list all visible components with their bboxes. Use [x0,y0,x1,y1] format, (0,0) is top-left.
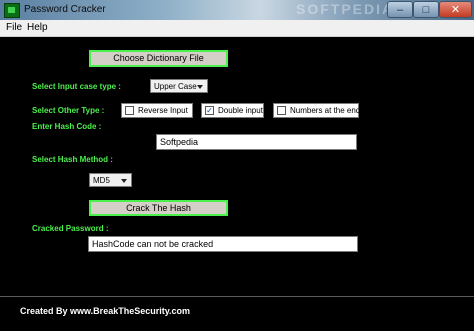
minimize-button[interactable]: – [387,1,413,18]
watermark: SOFTPEDIA [296,1,395,17]
numbers-at-end-checkbox[interactable]: Numbers at the end [273,103,361,118]
chevron-down-icon [121,179,127,183]
chevron-down-icon [197,85,203,89]
cracked-password-field: HashCode can not be cracked [88,236,358,252]
check-icon: ✓ [205,106,214,115]
app-icon [4,3,20,18]
close-button[interactable]: ✕ [439,1,472,18]
status-text: Created By www.BreakTheSecurity.com [20,306,191,316]
reverse-input-label: Reverse Input [138,106,188,115]
input-case-label: Select Input case type : [32,82,121,91]
double-input-checkbox[interactable]: ✓ Double input [201,103,264,118]
cracked-password-label: Cracked Password : [32,224,109,233]
checkbox-icon [277,106,286,115]
hash-method-value: MD5 [93,176,110,185]
hash-code-label: Enter Hash Code : [32,122,102,131]
hash-code-input[interactable] [156,134,357,150]
input-case-select[interactable]: Upper Case [150,79,208,93]
hash-method-label: Select Hash Method : [32,155,113,164]
choose-dictionary-button[interactable]: Choose Dictionary File [89,50,228,67]
reverse-input-checkbox[interactable]: Reverse Input [121,103,193,118]
status-bar: Created By www.BreakTheSecurity.com [0,296,474,331]
maximize-button[interactable]: □ [413,1,439,18]
app-window: Password Cracker SOFTPEDIA – □ ✕ File He… [0,0,474,331]
crack-hash-button[interactable]: Crack The Hash [89,200,228,216]
input-case-value: Upper Case [154,82,197,91]
cracked-password-value: HashCode can not be cracked [92,239,214,249]
window-title: Password Cracker [24,4,106,15]
hash-method-select[interactable]: MD5 [89,173,132,187]
double-input-label: Double input [218,106,263,115]
checkbox-icon [125,106,134,115]
numbers-at-end-label: Numbers at the end [290,106,361,115]
menu-bar: File Help [0,20,474,37]
main-panel: Choose Dictionary File Select Input case… [0,37,474,331]
hash-code-text[interactable] [160,137,350,147]
title-bar[interactable]: Password Cracker SOFTPEDIA – □ ✕ [0,0,474,20]
menu-file[interactable]: File [6,22,22,33]
other-type-label: Select Other Type : [32,106,105,115]
menu-help[interactable]: Help [27,22,48,33]
